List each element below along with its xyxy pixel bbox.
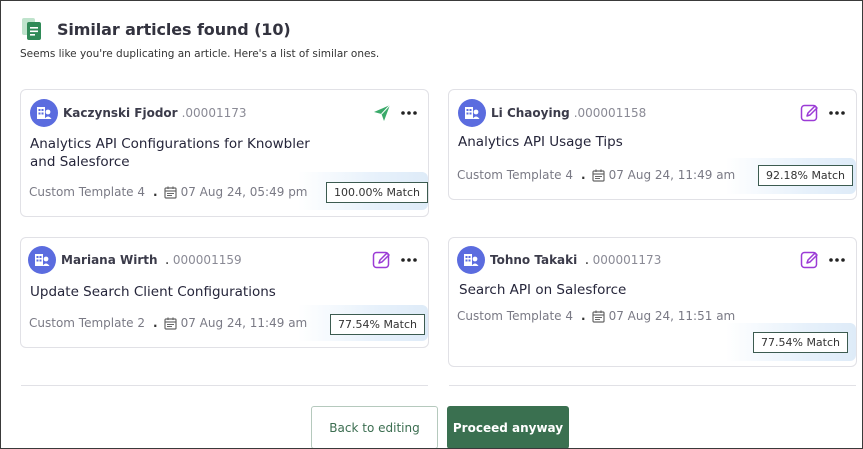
article-meta: Custom Template 4 . 07 Aug 24, 11:51 am (457, 309, 736, 323)
article-card-partial (21, 385, 428, 405)
proceed-anyway-button[interactable]: Proceed anyway (447, 406, 569, 448)
user-building-icon (464, 254, 479, 266)
document-stack-icon (22, 18, 41, 40)
article-card-partial (449, 385, 856, 405)
dialog-header: Similar articles found (10) (21, 16, 291, 42)
edit-icon[interactable] (800, 103, 820, 123)
template-name: Custom Template 4 (29, 185, 145, 199)
more-options-icon[interactable] (828, 103, 846, 123)
author-name: Tohno Takaki (490, 253, 578, 267)
article-card-header: Mariana Wirth . 000001159 (28, 246, 418, 274)
match-badge: 92.18% Match (758, 165, 854, 186)
user-building-icon (37, 107, 52, 119)
template-name: Custom Template 4 (457, 309, 573, 323)
match-badge: 77.54% Match (330, 314, 426, 335)
calendar-icon (163, 186, 177, 199)
edit-icon[interactable] (372, 250, 392, 270)
article-meta: Custom Template 4 . 07 Aug 24, 05:49 pm (29, 185, 308, 199)
author-name: Li Chaoying (491, 106, 570, 120)
article-id: 000001173 (592, 253, 662, 267)
back-to-editing-button[interactable]: Back to editing (311, 406, 438, 448)
article-title[interactable]: Search API on Salesforce (459, 281, 796, 299)
dialog-subtitle: Seems like you're duplicating an article… (20, 48, 380, 60)
calendar-icon (163, 317, 177, 330)
user-building-icon (35, 254, 50, 266)
match-badge: 77.54% Match (753, 332, 849, 353)
article-date: 07 Aug 24, 11:51 am (608, 309, 736, 323)
article-date: 07 Aug 24, 11:49 am (180, 316, 308, 330)
more-options-icon[interactable] (828, 250, 846, 270)
article-title[interactable]: Analytics API Configurations for Knowble… (30, 135, 338, 171)
author-name: Kaczynski Fjodor (63, 106, 178, 120)
article-id: .00001173 (181, 106, 247, 120)
article-card[interactable]: Tohno Takaki . 000001173 Search API on S… (448, 237, 857, 367)
user-building-icon (465, 107, 480, 119)
article-date: 07 Aug 24, 05:49 pm (180, 185, 308, 199)
calendar-icon (591, 169, 605, 182)
edit-icon[interactable] (800, 250, 820, 270)
avatar (30, 99, 58, 127)
template-name: Custom Template 2 (29, 316, 145, 330)
more-options-icon[interactable] (400, 103, 418, 123)
article-card[interactable]: Mariana Wirth . 000001159 Update Search … (20, 237, 429, 348)
match-badge: 100.00% Match (326, 182, 429, 203)
send-icon[interactable] (372, 103, 392, 123)
more-options-icon[interactable] (400, 250, 418, 270)
article-meta: Custom Template 2 . 07 Aug 24, 11:49 am (29, 316, 308, 330)
article-id: 000001159 (172, 253, 242, 267)
article-date: 07 Aug 24, 11:49 am (608, 168, 736, 182)
calendar-icon (591, 310, 605, 323)
article-meta: Custom Template 4 . 07 Aug 24, 11:49 am (457, 168, 736, 182)
article-card-header: Tohno Takaki . 000001173 (457, 246, 846, 274)
avatar (458, 99, 486, 127)
article-card[interactable]: Kaczynski Fjodor .00001173 Analytics API… (20, 89, 429, 217)
article-card-header: Kaczynski Fjodor .00001173 (30, 99, 418, 127)
template-name: Custom Template 4 (457, 168, 573, 182)
article-title[interactable]: Update Search Client Configurations (30, 283, 368, 301)
article-id: .000001158 (573, 106, 647, 120)
article-card[interactable]: Li Chaoying .000001158 Analytics API Usa… (448, 89, 857, 200)
similar-articles-dialog: Similar articles found (10) Seems like y… (0, 0, 863, 449)
author-name: Mariana Wirth (61, 253, 158, 267)
article-card-header: Li Chaoying .000001158 (458, 99, 846, 127)
dialog-title: Similar articles found (10) (57, 19, 291, 39)
article-title[interactable]: Analytics API Usage Tips (458, 133, 796, 151)
avatar (28, 246, 56, 274)
avatar (457, 246, 485, 274)
